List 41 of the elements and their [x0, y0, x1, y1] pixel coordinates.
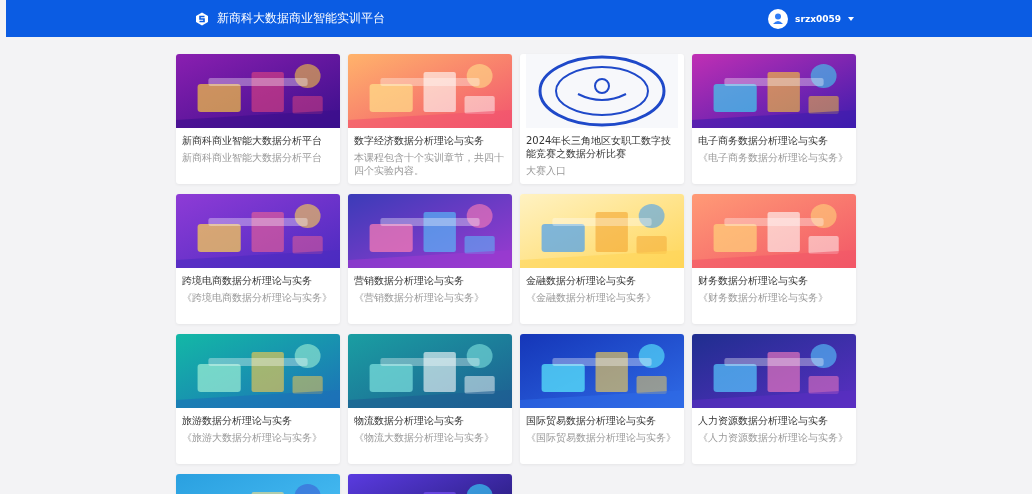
course-title: 人力资源数据分析理论与实务 [698, 414, 829, 427]
course-description: 《跨境电商数据分析理论与实务》 [182, 291, 333, 304]
course-description: 《旅游大数据分析理论与实务》 [182, 431, 323, 444]
course-card[interactable]: 物流数据分析理论与实务 《物流大数据分析理论与实务》 [348, 334, 512, 464]
course-card[interactable]: 新商科商业智能大数据分析平台 新商科商业智能大数据分析平台 [176, 54, 340, 184]
course-card[interactable]: 国际贸易数据分析理论与实务 《国际贸易数据分析理论与实务》 [520, 334, 684, 464]
course-description: 新商科商业智能大数据分析平台 [182, 151, 323, 164]
course-card[interactable]: 财务数据分析理论与实务 《财务数据分析理论与实务》 [692, 194, 856, 324]
course-title: 财务数据分析理论与实务 [698, 274, 809, 287]
course-title: 营销数据分析理论与实务 [354, 274, 465, 287]
course-description: 大赛入口 [526, 164, 567, 177]
course-card[interactable]: 人力资源数据分析理论与实务 《人力资源数据分析理论与实务》 [692, 334, 856, 464]
caret-icon[interactable] [848, 16, 854, 21]
avatar-icon[interactable] [768, 8, 789, 29]
course-title: 金融数据分析理论与实务 [526, 274, 637, 287]
course-card[interactable]: 旅游数据分析理论与实务 《旅游大数据分析理论与实务》 [176, 334, 340, 464]
course-card[interactable]: 跨境电商数据分析理论与实务 《跨境电商数据分析理论与实务》 [176, 194, 340, 324]
course-description: 《人力资源数据分析理论与实务》 [698, 431, 849, 444]
course-description: 《物流大数据分析理论与实务》 [354, 431, 495, 444]
course-title: 2024年长三角地区女职工数字技能竞赛之数据分析比赛 [526, 134, 673, 160]
course-description: 《电子商务数据分析理论与实务》 [698, 151, 849, 164]
course-description: 《金融数据分析理论与实务》 [526, 291, 657, 304]
username[interactable]: srzx0059 [795, 13, 841, 24]
course-description: 《财务数据分析理论与实务》 [698, 291, 829, 304]
course-description: 本课程包含十个实训章节，共四十四个实验内容。 [354, 151, 505, 177]
course-title: 数字经济数据分析理论与实务 [354, 134, 485, 147]
course-card[interactable]: 2024年长三角地区女职工数字技能竞赛之数据分析比赛 大赛入口 [520, 54, 684, 184]
course-card[interactable]: 营销数据分析理论与实务 《营销数据分析理论与实务》 [348, 194, 512, 324]
course-title: 电子商务数据分析理论与实务 [698, 134, 829, 147]
course-card[interactable]: 金融数据分析理论与实务 《金融数据分析理论与实务》 [520, 194, 684, 324]
course-title: 新商科商业智能大数据分析平台 [182, 134, 323, 147]
course-title: 国际贸易数据分析理论与实务 [526, 414, 657, 427]
course-title: 物流数据分析理论与实务 [354, 414, 465, 427]
course-title: 旅游数据分析理论与实务 [182, 414, 293, 427]
course-description: 《营销数据分析理论与实务》 [354, 291, 485, 304]
logo-icon [195, 11, 209, 26]
course-card[interactable]: 数字经济数据分析理论与实务 本课程包含十个实训章节，共四十四个实验内容。 [348, 54, 512, 184]
app-title: 新商科大数据商业智能实训平台 [217, 10, 385, 27]
course-description: 《国际贸易数据分析理论与实务》 [526, 431, 677, 444]
course-title: 跨境电商数据分析理论与实务 [182, 274, 313, 287]
course-card[interactable]: 电子商务数据分析理论与实务 《电子商务数据分析理论与实务》 [692, 54, 856, 184]
